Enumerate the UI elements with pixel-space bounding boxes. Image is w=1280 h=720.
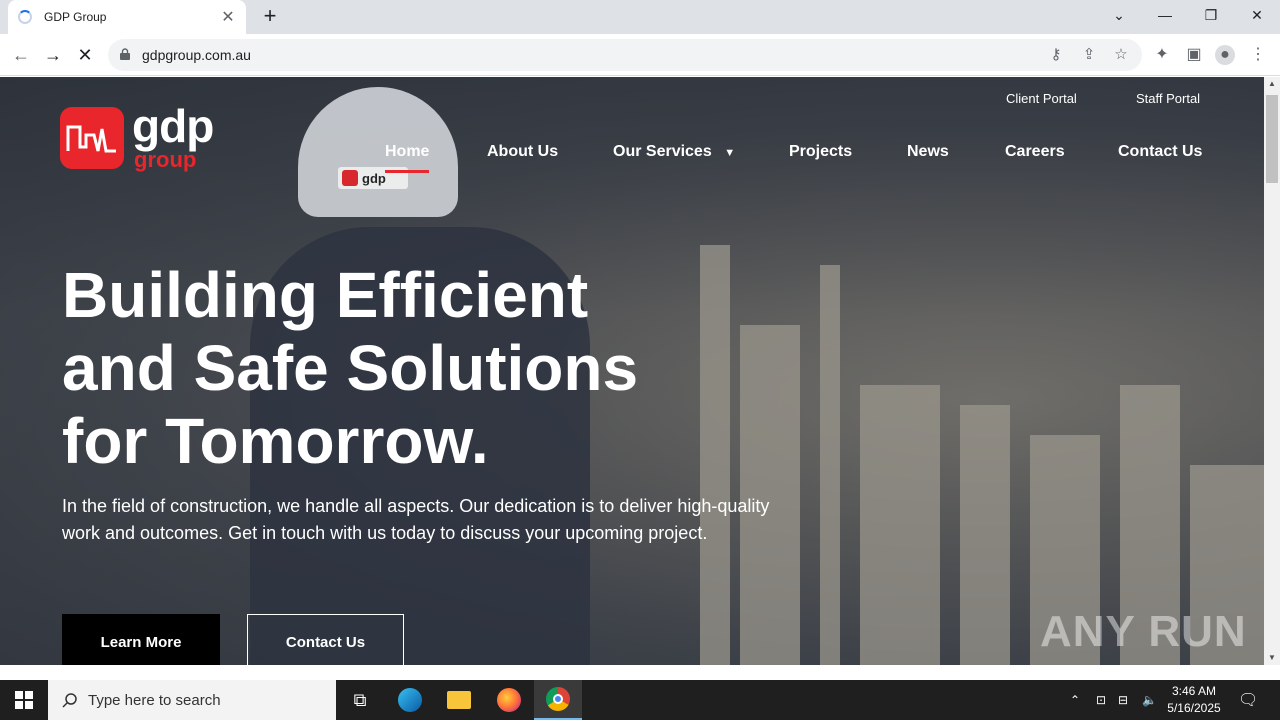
share-icon[interactable]: ⇪: [1079, 45, 1099, 65]
forward-button[interactable]: →: [40, 42, 66, 68]
window-controls: ⌄ — ❐ ✕: [1096, 0, 1280, 34]
hero-title-line: for Tomorrow.: [62, 405, 489, 477]
clock-date: 5/16/2025: [1167, 701, 1221, 715]
tab-strip: GDP Group ✕ + ⌄ — ❐ ✕: [0, 0, 1280, 34]
logo-text: gdp: [132, 100, 214, 152]
staff-portal-link[interactable]: Staff Portal: [1136, 91, 1200, 106]
show-hidden-icons[interactable]: ⌃: [1070, 680, 1080, 720]
client-portal-link[interactable]: Client Portal: [1006, 91, 1077, 106]
lock-icon: [120, 48, 130, 60]
address-bar[interactable]: gdpgroup.com.au ⚷ ⇪ ☆: [108, 39, 1142, 71]
tab-title: GDP Group: [44, 10, 107, 24]
notifications-icon[interactable]: 🗨: [1238, 680, 1258, 720]
tab-search-icon[interactable]: ⌄: [1096, 0, 1142, 30]
scroll-down-icon[interactable]: ▼: [1264, 651, 1280, 665]
restore-button[interactable]: ❐: [1188, 0, 1234, 30]
windows-logo-icon: [15, 691, 33, 709]
bookmark-star-icon[interactable]: ☆: [1111, 45, 1131, 65]
clock-time: 3:46 AM: [1171, 684, 1217, 698]
new-tab-button[interactable]: +: [258, 4, 282, 28]
site-logo[interactable]: gdp group: [60, 100, 220, 175]
side-panel-icon[interactable]: ▣: [1184, 45, 1204, 65]
nav-careers[interactable]: Careers: [1005, 143, 1065, 161]
volume-icon[interactable]: 🔈: [1142, 680, 1157, 720]
nav-contact-us[interactable]: Contact Us: [1118, 143, 1202, 161]
logo-subtext: group: [134, 147, 197, 172]
system-clock[interactable]: 3:46 AM 5/16/2025: [1160, 683, 1228, 717]
hero-title: Building Efficient and Safe Solutions fo…: [62, 259, 782, 478]
minimize-button[interactable]: —: [1142, 0, 1188, 30]
hero-title-line: Building Efficient: [62, 259, 589, 331]
scrollbar-thumb[interactable]: [1266, 95, 1278, 183]
network-icon[interactable]: ⊟: [1118, 680, 1128, 720]
profile-avatar-icon[interactable]: ●: [1215, 45, 1235, 65]
caret-down-icon: ▼: [724, 147, 736, 159]
extensions-icon[interactable]: ✦: [1152, 45, 1172, 65]
city-backdrop: [820, 265, 840, 665]
firefox-icon[interactable]: [485, 680, 533, 720]
search-placeholder: Type here to search: [88, 691, 221, 709]
anyrun-watermark: ANY RUN: [1040, 607, 1247, 656]
menu-kebab-icon[interactable]: ⋮: [1248, 45, 1268, 65]
browser-tab[interactable]: GDP Group ✕: [8, 0, 246, 34]
nav-projects[interactable]: Projects: [789, 143, 852, 161]
nav-about-us[interactable]: About Us: [487, 143, 558, 161]
helmet-image: gdp: [298, 87, 458, 217]
helmet-logo-icon: [342, 170, 358, 186]
loading-spinner-icon: [18, 10, 32, 24]
helmet-logo-text: gdp: [362, 170, 386, 186]
search-icon: [62, 693, 77, 708]
meet-now-icon[interactable]: ⊡: [1096, 680, 1106, 720]
file-explorer-icon[interactable]: [435, 680, 483, 720]
key-icon[interactable]: ⚷: [1046, 45, 1066, 65]
city-backdrop: [860, 385, 940, 665]
close-tab-icon[interactable]: ✕: [220, 7, 236, 27]
city-backdrop: [960, 405, 1010, 665]
stop-loading-button[interactable]: ✕: [72, 42, 98, 68]
logo-mark-icon: [60, 107, 124, 169]
nav-home[interactable]: Home: [385, 143, 430, 173]
nav-our-services-label: Our Services: [613, 143, 712, 160]
hero-title-line: and Safe Solutions: [62, 332, 639, 404]
close-window-button[interactable]: ✕: [1234, 0, 1280, 30]
windows-taskbar: Type here to search ⧉ ⌃ ⊡ ⊟ 🔈 3:46 AM 5/…: [0, 680, 1280, 720]
learn-more-button[interactable]: Learn More: [62, 614, 220, 665]
back-button[interactable]: ←: [8, 42, 34, 68]
toolbar: ← → ✕ gdpgroup.com.au ⚷ ⇪ ☆ ✦ ▣ ● ⋮: [0, 34, 1280, 76]
start-button[interactable]: [0, 680, 48, 720]
contact-us-button[interactable]: Contact Us: [247, 614, 404, 665]
edge-icon[interactable]: [386, 680, 434, 720]
task-view-icon[interactable]: ⧉: [336, 680, 384, 720]
hero-section: gdp gdp group Client Portal Staff Portal…: [0, 77, 1264, 665]
page-scrollbar[interactable]: ▲ ▼: [1264, 77, 1280, 665]
nav-our-services[interactable]: Our Services ▼: [613, 143, 735, 161]
taskbar-search[interactable]: Type here to search: [48, 680, 336, 720]
hero-description: In the field of construction, we handle …: [62, 496, 770, 543]
scroll-up-icon[interactable]: ▲: [1264, 77, 1280, 91]
chrome-icon[interactable]: [534, 680, 582, 720]
url-text: gdpgroup.com.au: [142, 47, 251, 63]
nav-news[interactable]: News: [907, 143, 949, 161]
